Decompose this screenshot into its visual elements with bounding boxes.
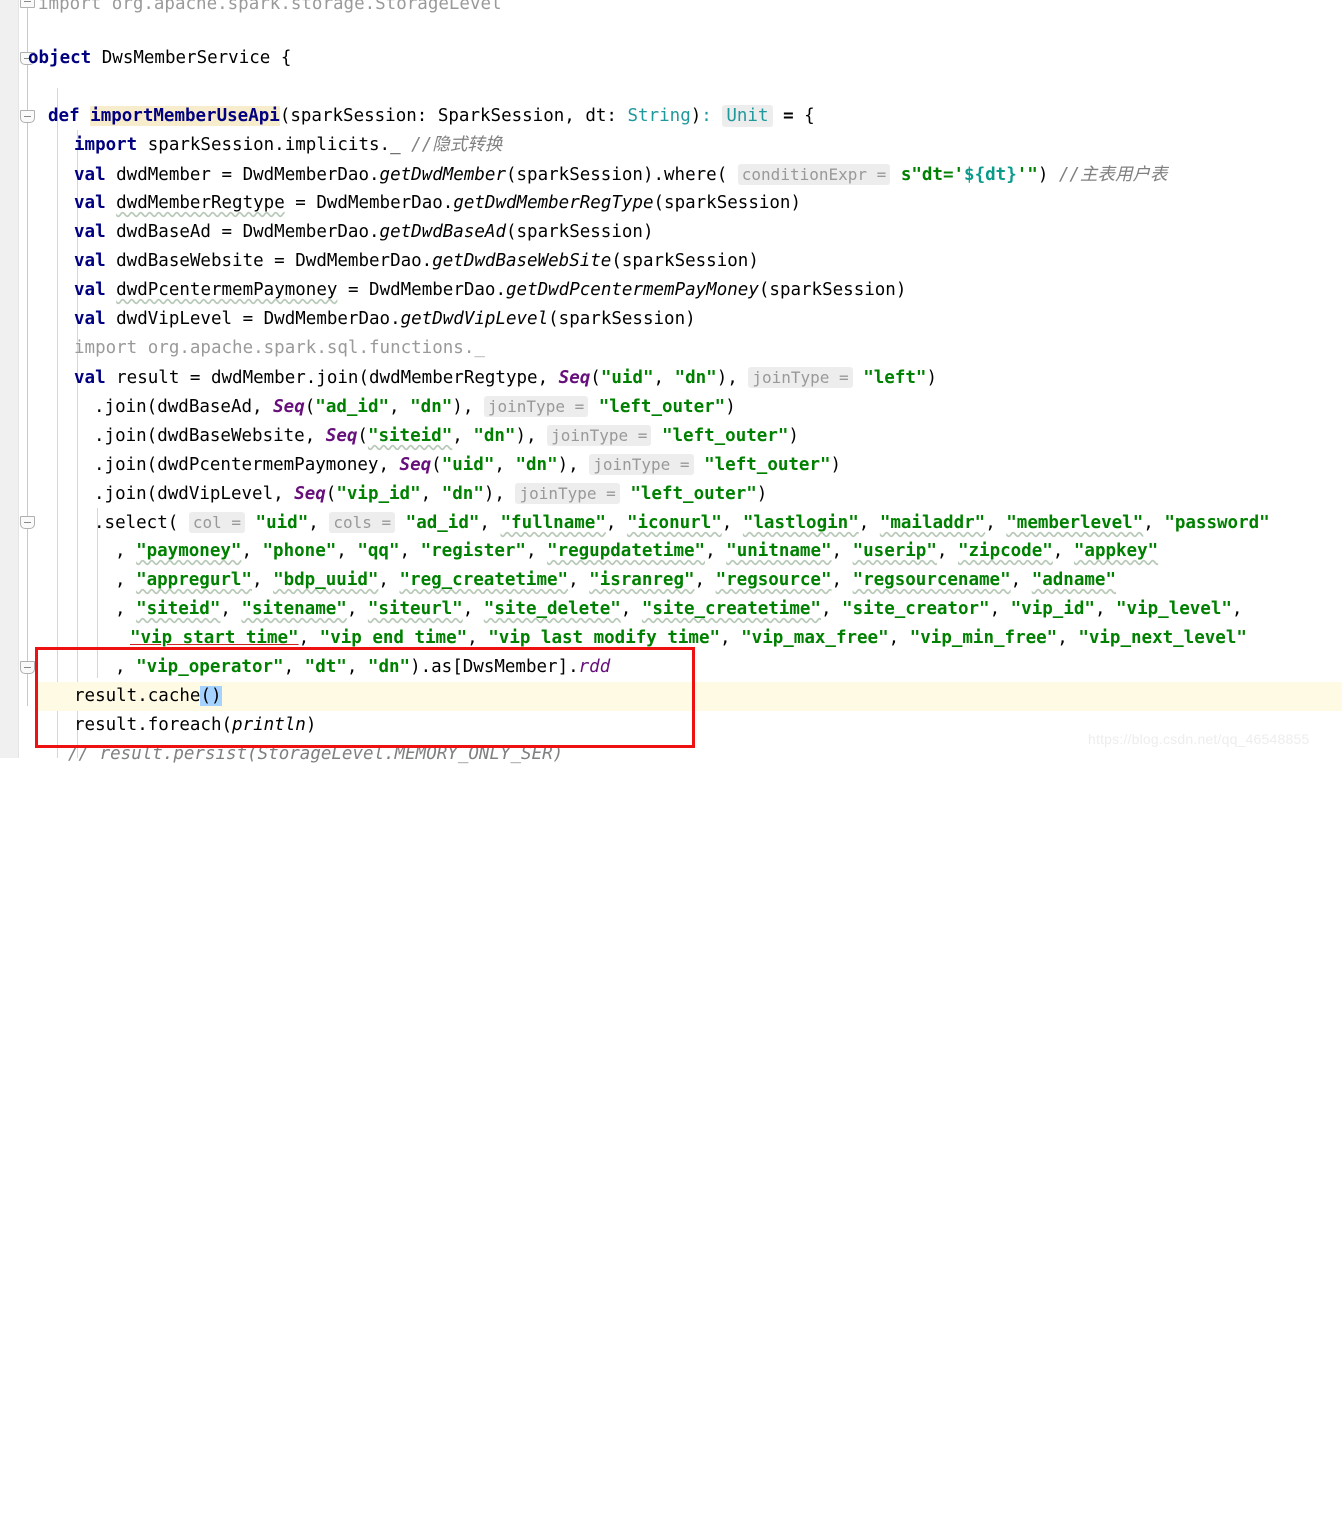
code-line[interactable]: object DwsMemberService { — [0, 44, 1342, 73]
code-line[interactable]: import org.apache.spark.sql.functions._ — [0, 334, 1342, 363]
code-line[interactable]: val dwdMemberRegtype = DwdMemberDao.getD… — [0, 189, 1342, 218]
watermark: https://blog.csdn.net/qq_46548855 — [1088, 731, 1310, 747]
code-line[interactable]: import sparkSession.implicits._ //隐式转换 — [0, 131, 1342, 160]
inline-comment: //主表用户表 — [1058, 165, 1168, 185]
code-line[interactable]: val dwdMember = DwdMemberDao.getDwdMembe… — [0, 160, 1342, 189]
code-editor[interactable]: import org.apache.spark.storage.StorageL… — [0, 0, 1342, 764]
code-line[interactable]: import org.apache.spark.storage.StorageL… — [0, 0, 1342, 19]
code-line[interactable]: , "vip_operator", "dt", "dn").as[DwsMemb… — [0, 653, 1342, 682]
code-line[interactable]: val dwdBaseWebsite = DwdMemberDao.getDwd… — [0, 247, 1342, 276]
code-line[interactable]: val dwdVipLevel = DwdMemberDao.getDwdVip… — [0, 305, 1342, 334]
code-content[interactable]: import org.apache.spark.storage.StorageL… — [0, 0, 1342, 764]
code-line[interactable]: , "paymoney", "phone", "qq", "register",… — [0, 537, 1342, 566]
code-line[interactable]: "vip start time", "vip end time", "vip l… — [0, 624, 1342, 653]
code-line[interactable]: , "siteid", "sitename", "siteurl", "site… — [0, 595, 1342, 624]
code-line[interactable]: val dwdPcentermemPaymoney = DwdMemberDao… — [0, 276, 1342, 305]
code-line[interactable]: .select( col = "uid", cols = "ad_id", "f… — [0, 508, 1342, 537]
text-selection: () — [200, 686, 222, 706]
code-line[interactable]: , "appregurl", "bdp_uuid", "reg_createti… — [0, 566, 1342, 595]
code-line[interactable]: .join(dwdBaseAd, Seq("ad_id", "dn"), joi… — [0, 392, 1342, 421]
highlighted-identifier: importMemberUseApi — [90, 106, 280, 126]
code-line[interactable]: result.cache() — [0, 682, 1342, 711]
code-line[interactable]: val result = dwdMember.join(dwdMemberReg… — [0, 363, 1342, 392]
code-line[interactable]: val dwdBaseAd = DwdMemberDao.getDwdBaseA… — [0, 218, 1342, 247]
code-line[interactable]: .join(dwdPcentermemPaymoney, Seq("uid", … — [0, 450, 1342, 479]
code-line[interactable]: .join(dwdVipLevel, Seq("vip_id", "dn"), … — [0, 479, 1342, 508]
code-line[interactable]: .join(dwdBaseWebsite, Seq("siteid", "dn"… — [0, 421, 1342, 450]
code-line[interactable]: def importMemberUseApi(sparkSession: Spa… — [0, 102, 1342, 131]
inline-comment: //隐式转换 — [411, 135, 503, 155]
